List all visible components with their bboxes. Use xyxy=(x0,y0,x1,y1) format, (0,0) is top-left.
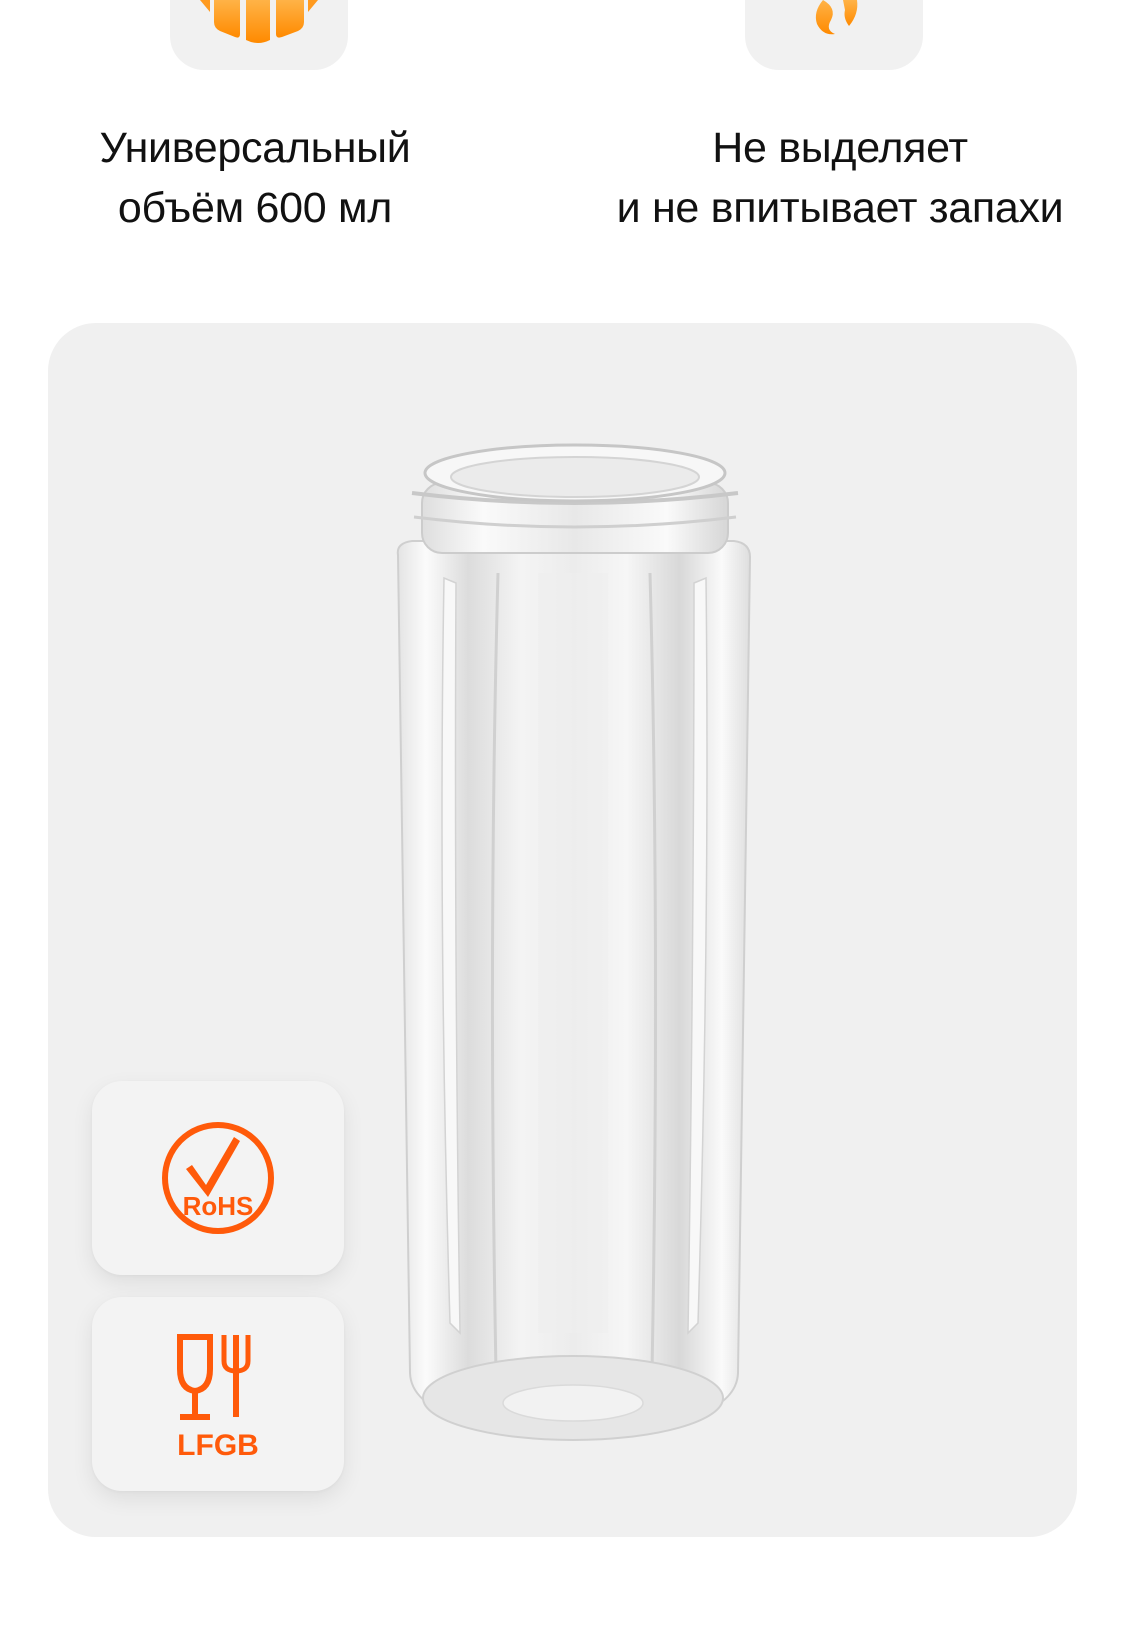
feature-tile-volume xyxy=(170,0,348,70)
feature-volume-line-2: объём 600 мл xyxy=(117,184,393,232)
rohs-badge: RoHS xyxy=(92,1081,344,1275)
feature-odor-line-2: и не впитывает запахи xyxy=(616,184,1064,232)
transparent-bottle-image xyxy=(396,443,752,1441)
feature-odor-line-1: Не выделяет xyxy=(712,124,968,172)
feature-volume-line-1: Универсальный xyxy=(99,124,411,172)
glass-fork-icon: LFGB xyxy=(177,1334,259,1462)
feature-odor-text: Не выделяет и не впитывает запахи xyxy=(580,118,1100,238)
rohs-label: RoHS xyxy=(183,1191,254,1221)
box-icon xyxy=(200,0,318,43)
feature-tile-odor xyxy=(745,0,923,70)
lfgb-label: LFGB xyxy=(177,1429,259,1462)
rohs-check-icon: RoHS xyxy=(162,1122,274,1234)
feature-volume-text: Универсальный объём 600 мл xyxy=(0,118,510,238)
lfgb-badge: LFGB xyxy=(92,1297,344,1491)
product-panel: RoHS LFGB xyxy=(48,323,1077,1537)
flame-icon xyxy=(815,0,858,35)
